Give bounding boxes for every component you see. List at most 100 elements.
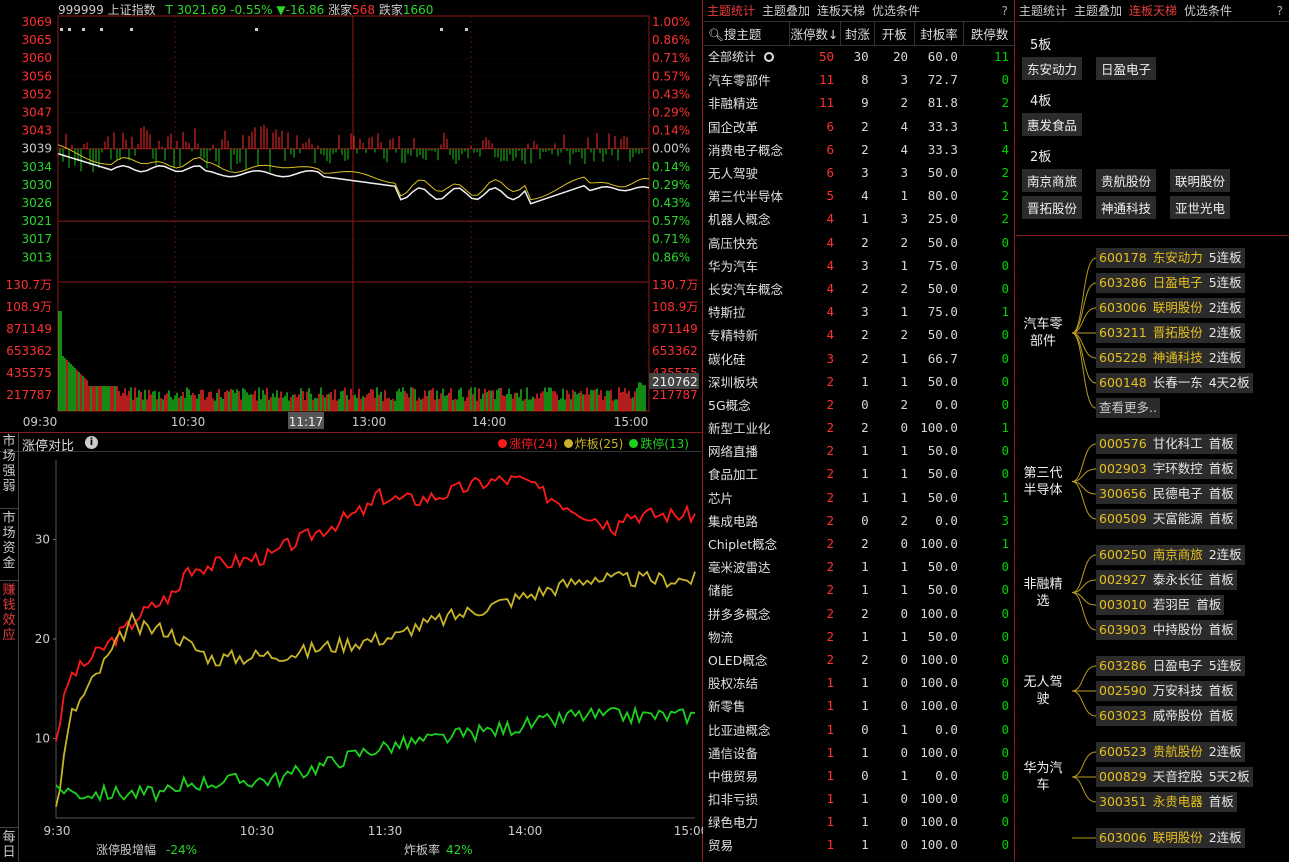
tree-group-label[interactable]: 第三代半导体	[1016, 465, 1070, 499]
tree-stock-item[interactable]: 600178 东安动力 5连板	[1096, 248, 1245, 268]
tree-stock-item[interactable]: 605228 神通科技 2连板	[1096, 348, 1245, 368]
table-row[interactable]: 拼多多概念 2 2 0 100.0 0	[704, 602, 1015, 625]
mid-tab-bar: 主题统计 主题叠加 连板天梯 优选条件 ?	[704, 0, 1014, 22]
col-limit-down[interactable]: 跌停数	[963, 22, 1015, 46]
col-sealed[interactable]: 封涨	[840, 22, 876, 46]
tree-group-label[interactable]: 汽车零部件	[1016, 316, 1070, 350]
tree-stock-item[interactable]: 003010 若羽臣 首板	[1096, 595, 1225, 615]
table-row[interactable]: 高压快充 4 2 2 50.0 0	[704, 231, 1015, 254]
col-seal-rate[interactable]: 封板率	[914, 22, 965, 46]
table-row[interactable]: 储能 2 1 1 50.0 0	[704, 578, 1015, 601]
tab-limit-ladder-2[interactable]: 连板天梯	[1129, 2, 1177, 19]
tree-stock-item[interactable]: 603006 联明股份 2连板	[1096, 828, 1245, 848]
tab-limit-ladder[interactable]: 连板天梯	[817, 2, 865, 19]
tree-stock-item[interactable]: 000829 天音控股 5天2板	[1096, 767, 1253, 787]
tree-stock-item[interactable]: 603286 日盈电子 5连板	[1096, 656, 1245, 676]
tree-stock-item[interactable]: 300656 民德电子 首板	[1096, 484, 1237, 504]
tree-stock-item[interactable]: 603903 中持股份 首板	[1096, 620, 1237, 640]
tree-stock-item[interactable]: 600523 贵航股份 2连板	[1096, 742, 1245, 762]
tree-stock-item[interactable]: 600148 长春一东 4天2板	[1096, 373, 1253, 393]
ladder-stock-button[interactable]: 日盈电子	[1096, 57, 1157, 80]
table-row[interactable]: 集成电路 2 0 2 0.0 3	[704, 509, 1015, 532]
table-row[interactable]: 全部统计 50 30 20 60.0 11	[704, 45, 1015, 68]
table-row[interactable]: 股权冻结 1 1 0 100.0 0	[704, 671, 1015, 694]
ladder-stock-button[interactable]: 晋拓股份	[1022, 196, 1083, 219]
table-row[interactable]: 中俄贸易 1 0 1 0.0 0	[704, 764, 1015, 787]
table-row[interactable]: 物流 2 1 1 50.0 0	[704, 625, 1015, 648]
tab-theme-overlay[interactable]: 主题叠加	[762, 2, 810, 19]
table-row[interactable]: 无人驾驶 6 3 3 50.0 2	[704, 161, 1015, 184]
tree-stock-item[interactable]: 002590 万安科技 首板	[1096, 681, 1237, 701]
tree-stock-item[interactable]: 600250 南京商旅 2连板	[1096, 545, 1245, 565]
theme-search[interactable]: 🔍︎搜主题	[704, 22, 790, 46]
intraday-chart[interactable]: 3069 1.00% 3065 0.86% 3060 0.71% 3056 0.57% 3052…	[0, 14, 703, 432]
table-row[interactable]: 长安汽车概念 4 2 2 50.0 0	[704, 277, 1015, 300]
tree-stock-item[interactable]: 000576 甘化科工 首板	[1096, 434, 1237, 454]
limit-down-count: 0	[1001, 466, 1009, 482]
table-row[interactable]: 网络直播 2 1 1 50.0 0	[704, 439, 1015, 462]
ladder-stock-button[interactable]: 南京商旅	[1022, 169, 1083, 192]
table-row[interactable]: 食品加工 2 1 1 50.0 0	[704, 462, 1015, 485]
table-row[interactable]: 比亚迪概念 1 0 1 0.0 0	[704, 717, 1015, 740]
table-row[interactable]: 碳化硅 3 2 1 66.7 0	[704, 346, 1015, 369]
ladder-stock-button[interactable]: 惠发食品	[1022, 113, 1083, 136]
table-row[interactable]: 新型工业化 2 2 0 100.0 1	[704, 416, 1015, 439]
view-more-button[interactable]: 查看更多..	[1096, 398, 1160, 418]
ladder-stock-button[interactable]: 神通科技	[1096, 196, 1157, 219]
circle-option-icon[interactable]	[764, 52, 775, 63]
table-row[interactable]: 机器人概念 4 1 3 25.0 2	[704, 207, 1015, 230]
side-tab-strength[interactable]: 市场强弱	[0, 434, 18, 494]
tab-filter[interactable]: 优选条件	[872, 2, 920, 19]
table-row[interactable]: 绿色电力 1 1 0 100.0 0	[704, 810, 1015, 833]
table-row[interactable]: OLED概念 2 2 0 100.0 0	[704, 648, 1015, 671]
table-row[interactable]: 第三代半导体 5 4 1 80.0 2	[704, 184, 1015, 207]
table-row[interactable]: 消费电子概念 6 2 4 33.3 4	[704, 138, 1015, 161]
limit-up-compare-chart[interactable]: 30 20 10 9:30 10:30 11:30 14:00 15:00 涨停股增幅 -24% 炸…	[20, 452, 703, 862]
help-icon-2[interactable]: ?	[1277, 4, 1283, 18]
tree-stock-item[interactable]: 002927 泰永长征 首板	[1096, 570, 1237, 590]
tree-stock-item[interactable]: 300351 永贵电器 首板	[1096, 792, 1237, 812]
side-tab-profit[interactable]: 赚钱效应	[0, 580, 18, 643]
tree-stock-item[interactable]: 600509 天富能源 首板	[1096, 509, 1237, 529]
col-opened[interactable]: 开板	[874, 22, 915, 46]
tree-group-label[interactable]: 无人驾驶	[1016, 674, 1070, 708]
ladder-stock-button[interactable]: 联明股份	[1170, 169, 1231, 192]
table-row[interactable]: 非融精选 11 9 2 81.8 2	[704, 91, 1015, 114]
table-row[interactable]: 汽车零部件 11 8 3 72.7 0	[704, 68, 1015, 91]
table-row[interactable]: 扣非亏损 1 1 0 100.0 0	[704, 787, 1015, 810]
tree-stock-item[interactable]: 603006 联明股份 2连板	[1096, 298, 1245, 318]
ladder-stock-button[interactable]: 贵航股份	[1096, 169, 1157, 192]
side-tab-daily[interactable]: 每日	[0, 827, 18, 860]
help-icon[interactable]: ?	[1002, 4, 1008, 18]
tree-connector	[1071, 443, 1097, 482]
table-row[interactable]: 芯片 2 1 1 50.0 1	[704, 486, 1015, 509]
table-row[interactable]: 通信设备 1 1 0 100.0 0	[704, 741, 1015, 764]
col-limit-up[interactable]: 涨停数↓	[789, 22, 841, 46]
info-circle-icon[interactable]: i	[85, 436, 98, 449]
table-row[interactable]: 5G概念 2 0 2 0.0 0	[704, 393, 1015, 416]
table-row[interactable]: 特斯拉 4 3 1 75.0 1	[704, 300, 1015, 323]
table-row[interactable]: Chiplet概念 2 2 0 100.0 1	[704, 532, 1015, 555]
side-tab-capital[interactable]: 市场资金	[0, 508, 18, 571]
table-row[interactable]: 新零售 1 1 0 100.0 0	[704, 694, 1015, 717]
stock-name: 日盈电子	[1152, 658, 1203, 673]
tree-stock-item[interactable]: 603286 日盈电子 5连板	[1096, 273, 1245, 293]
tree-group-label[interactable]: 非融精选	[1016, 576, 1070, 610]
tab-filter-2[interactable]: 优选条件	[1184, 2, 1232, 19]
table-row[interactable]: 毫米波雷达 2 1 1 50.0 0	[704, 555, 1015, 578]
tab-theme-overlay-2[interactable]: 主题叠加	[1074, 2, 1122, 19]
tab-theme-stats-2[interactable]: 主题统计	[1019, 2, 1067, 19]
tree-stock-item[interactable]: 002903 宇环数控 首板	[1096, 459, 1237, 479]
tab-theme-stats[interactable]: 主题统计	[707, 2, 755, 19]
table-row[interactable]: 华为汽车 4 3 1 75.0 0	[704, 254, 1015, 277]
table-row[interactable]: 国企改革 6 2 4 33.3 1	[704, 115, 1015, 138]
tree-stock-item[interactable]: 603211 晋拓股份 2连板	[1096, 323, 1245, 343]
limit-up-count: 2	[826, 605, 835, 621]
table-row[interactable]: 专精特新 4 2 2 50.0 0	[704, 323, 1015, 346]
tree-stock-item[interactable]: 603023 威帝股份 首板	[1096, 706, 1237, 726]
table-row[interactable]: 深圳板块 2 1 1 50.0 0	[704, 370, 1015, 393]
ladder-stock-button[interactable]: 东安动力	[1022, 57, 1083, 80]
table-row[interactable]: 贸易 1 1 0 100.0 0	[704, 833, 1015, 856]
ladder-stock-button[interactable]: 亚世光电	[1170, 196, 1231, 219]
tree-group-label[interactable]: 华为汽车	[1016, 760, 1070, 794]
